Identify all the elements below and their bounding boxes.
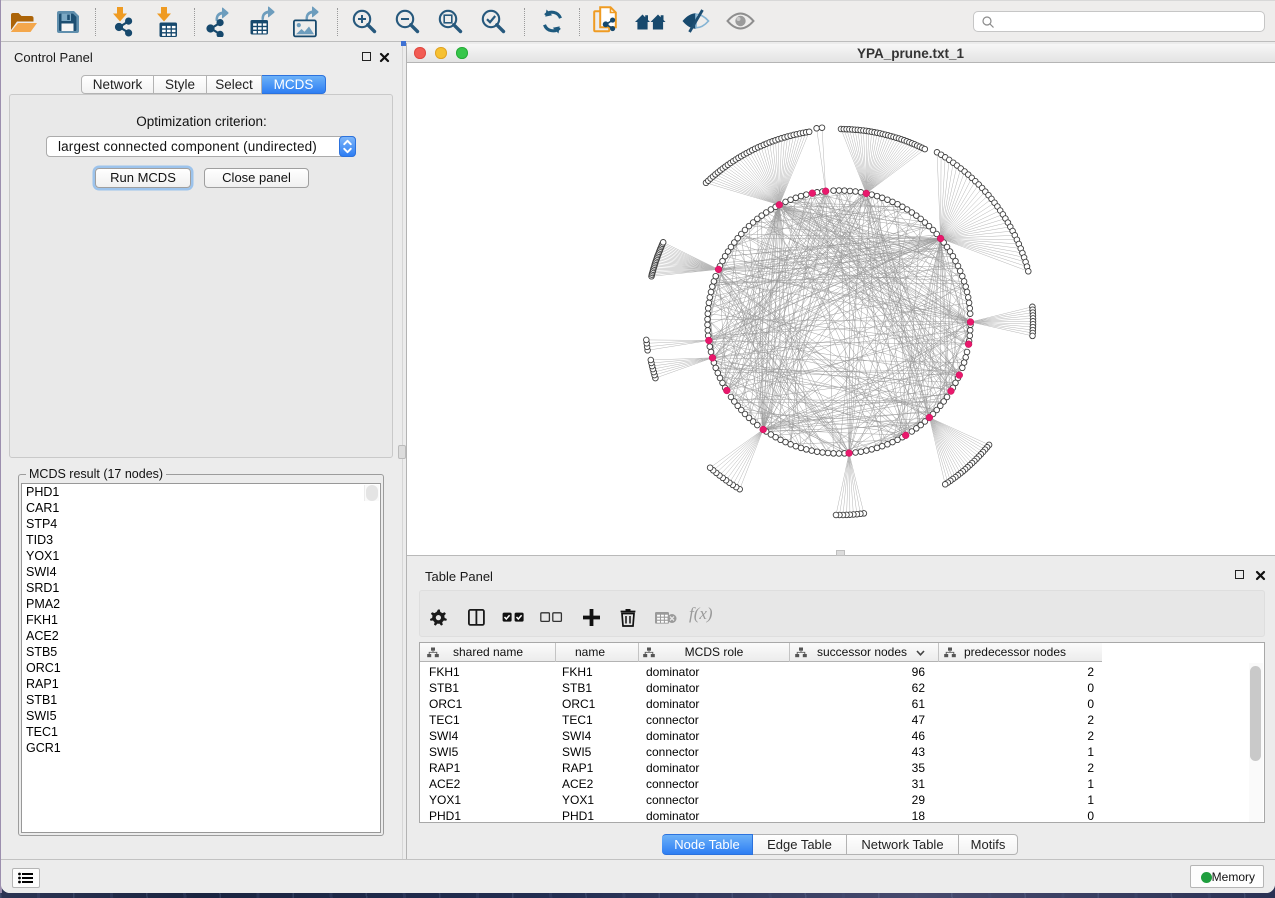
svg-text:f(x): f(x) bbox=[689, 604, 713, 623]
